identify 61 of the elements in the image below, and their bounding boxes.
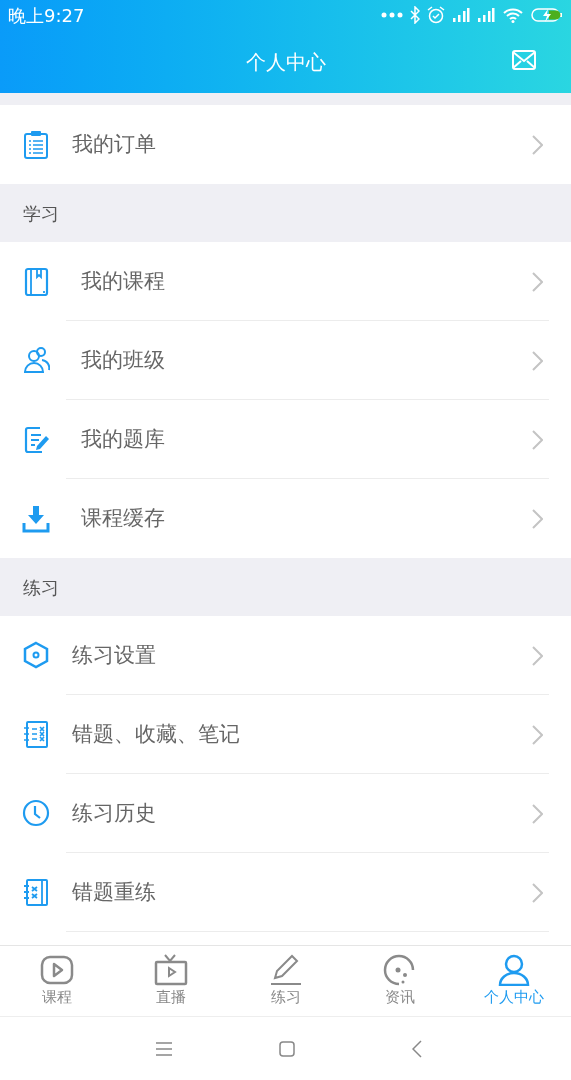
menu-item[interactable]: 练习历史	[0, 774, 571, 853]
back-icon[interactable]	[412, 1039, 422, 1058]
tab[interactable]: 直播	[114, 946, 229, 1016]
pencil-icon	[268, 954, 303, 986]
menu-label: 我的订单	[72, 130, 156, 158]
chevron-icon	[532, 350, 543, 371]
menu-label: 我的班级	[81, 346, 165, 374]
chevron-icon	[532, 134, 543, 155]
book-icon	[22, 267, 50, 296]
alarm-icon	[427, 6, 445, 24]
tab[interactable]: 资讯	[342, 946, 457, 1016]
battery-icon	[531, 7, 563, 23]
bluetooth-icon	[410, 6, 420, 24]
menu-item[interactable]: 练习设置	[0, 616, 571, 695]
menu-label: 我的题库	[81, 425, 165, 453]
menu-label: 练习历史	[72, 799, 156, 827]
download-icon	[22, 504, 50, 533]
dial-icon	[382, 954, 417, 986]
home-icon[interactable]	[279, 1040, 295, 1057]
chevron-icon	[532, 882, 543, 903]
status-time: 晚上9:27	[8, 3, 85, 28]
menu-item[interactable]: 错题重练	[0, 853, 571, 932]
signal-icon	[477, 7, 495, 23]
menu-item[interactable]: 我的班级	[0, 321, 571, 400]
menu-item[interactable]: 我的课程	[0, 242, 571, 321]
person-icon	[496, 954, 531, 986]
people-icon	[22, 346, 50, 375]
notebook-icon	[22, 720, 50, 749]
tab[interactable]: 课程	[0, 946, 115, 1016]
chevron-icon	[532, 803, 543, 824]
menu-item[interactable]: 我的题库	[0, 400, 571, 479]
more-icon	[381, 12, 403, 18]
section-header: 练习	[23, 575, 59, 600]
menu-item[interactable]: 我的订单	[0, 105, 571, 184]
chevron-icon	[532, 645, 543, 666]
tab[interactable]: 个人中心	[456, 946, 571, 1016]
menu-label: 课程缓存	[81, 504, 165, 532]
tab[interactable]: 练习	[228, 946, 343, 1016]
tv-icon	[154, 954, 189, 986]
clipboard-icon	[22, 130, 50, 159]
section-header: 学习	[23, 201, 59, 226]
menu-item[interactable]: 错题、收藏、笔记	[0, 695, 571, 774]
mail-icon[interactable]	[512, 50, 536, 70]
wifi-icon	[502, 7, 524, 23]
page-title: 个人中心	[245, 48, 326, 76]
clock-icon	[22, 799, 50, 828]
chevron-icon	[532, 724, 543, 745]
chevron-icon	[532, 429, 543, 450]
menu-icon[interactable]	[156, 1041, 172, 1056]
play-icon	[40, 954, 75, 986]
chevron-icon	[532, 508, 543, 529]
notebook-icon	[22, 878, 50, 907]
menu-label: 我的课程	[81, 267, 165, 295]
hexagon-icon	[22, 641, 50, 670]
edit-document-icon	[22, 425, 50, 454]
signal-icon	[452, 7, 470, 23]
menu-item[interactable]: 课程缓存	[0, 479, 571, 558]
menu-label: 错题重练	[72, 878, 156, 906]
chevron-icon	[532, 271, 543, 292]
menu-label: 错题、收藏、笔记	[72, 720, 240, 748]
menu-label: 练习设置	[72, 641, 156, 669]
